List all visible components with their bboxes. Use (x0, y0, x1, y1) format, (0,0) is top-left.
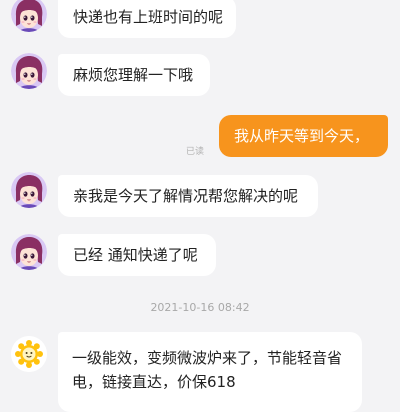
message-bubble-agent[interactable]: 麻烦您理解一下哦 (58, 54, 210, 96)
anime-girl-avatar-icon (11, 53, 47, 89)
read-receipt: 已读 (186, 147, 205, 157)
shop-avatar[interactable] (11, 336, 47, 372)
anime-girl-avatar-icon (11, 234, 47, 270)
chat-window: 快递也有上班时间的呢 麻烦您理解一下哦 我从昨天等到今天， 已读 亲我是今天了解… (0, 0, 400, 412)
message-bubble-agent[interactable]: 已经 通知快递了呢 (58, 234, 216, 276)
promo-message-card[interactable]: 一级能效，变频微波炉来了，节能轻音省电，链接直达，价保618 (58, 332, 362, 412)
anime-girl-avatar-icon (11, 172, 47, 208)
message-bubble-own[interactable]: 我从昨天等到今天， (219, 115, 388, 157)
promo-text: 一级能效，变频微波炉来了，节能轻音省电，链接直达，价保618 (72, 349, 343, 391)
anime-girl-avatar-icon (11, 0, 47, 32)
agent-avatar[interactable] (11, 234, 47, 270)
agent-avatar[interactable] (11, 172, 47, 208)
sun-mascot-avatar-icon (11, 336, 47, 372)
agent-avatar[interactable] (11, 0, 47, 32)
message-timestamp: 2021-10-16 08:42 (150, 301, 250, 314)
message-bubble-agent[interactable]: 快递也有上班时间的呢 (58, 0, 236, 38)
message-bubble-agent[interactable]: 亲我是今天了解情况帮您解决的呢 (58, 175, 318, 217)
agent-avatar[interactable] (11, 53, 47, 89)
